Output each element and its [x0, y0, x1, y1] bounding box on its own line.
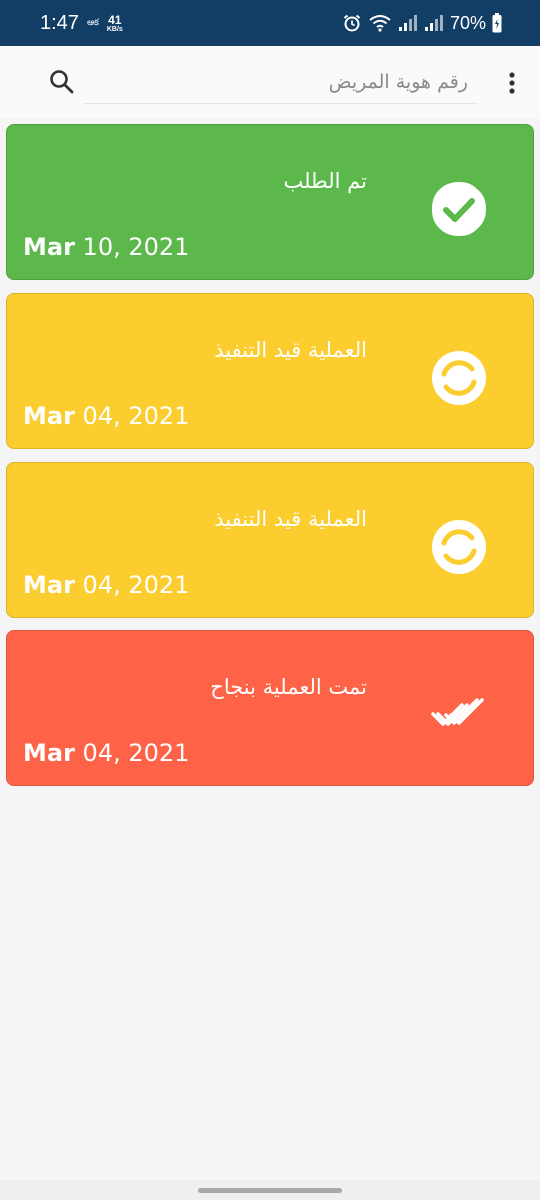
status-card-completed[interactable]: تمت العملية بنجاح Mar 04, 2021 — [6, 630, 534, 786]
progress-ring-icon — [432, 351, 486, 405]
card-date-rest: 04, 2021 — [74, 571, 190, 599]
battery-icon — [492, 13, 502, 33]
status-bar: 1:47 ఆక 41 KB/s 70% — [0, 0, 540, 46]
alarm-icon — [343, 14, 361, 32]
app-bar — [0, 46, 540, 118]
status-card-order-placed[interactable]: تم الطلب Mar 10, 2021 — [6, 124, 534, 280]
card-date-rest: 04, 2021 — [74, 739, 190, 767]
network-speed: 41 KB/s — [107, 14, 123, 33]
patient-id-search-input[interactable] — [84, 60, 478, 104]
card-date-rest: 04, 2021 — [74, 402, 190, 430]
card-title: العملية قيد التنفيذ — [214, 338, 367, 362]
status-left: 1:47 ఆక 41 KB/s — [40, 12, 123, 35]
battery-percent: 70% — [449, 12, 486, 33]
carrier-label: ఆక — [86, 16, 99, 27]
card-title: تمت العملية بنجاح — [210, 675, 367, 699]
network-speed-value: 41 — [108, 12, 122, 27]
search-icon[interactable] — [48, 68, 76, 96]
card-date-month: Mar — [23, 571, 75, 599]
status-right: 70% — [342, 13, 502, 34]
card-date: Mar 04, 2021 — [23, 571, 189, 599]
status-card-in-progress[interactable]: العملية قيد التنفيذ Mar 04, 2021 — [6, 462, 534, 618]
gesture-nav-bar — [0, 1180, 540, 1200]
card-date-month: Mar — [23, 233, 75, 261]
card-date: Mar 04, 2021 — [23, 402, 189, 430]
wifi-icon — [369, 15, 391, 32]
check-circle-icon — [432, 182, 486, 236]
signal-icon-2 — [424, 15, 443, 31]
status-card-in-progress[interactable]: العملية قيد التنفيذ Mar 04, 2021 — [6, 293, 534, 449]
card-date: Mar 10, 2021 — [23, 233, 189, 261]
progress-ring-icon — [432, 520, 486, 574]
signal-icon — [398, 15, 417, 31]
card-date-month: Mar — [23, 739, 75, 767]
network-speed-unit: KB/s — [106, 25, 123, 33]
double-check-icon — [431, 698, 484, 726]
card-date: Mar 04, 2021 — [23, 739, 189, 767]
card-date-rest: 10, 2021 — [74, 233, 190, 261]
card-title: تم الطلب — [283, 169, 367, 193]
status-time: 1:47 — [40, 11, 79, 34]
more-vert-icon[interactable] — [500, 70, 524, 96]
card-date-month: Mar — [23, 402, 75, 430]
home-handle[interactable] — [198, 1188, 342, 1193]
card-title: العملية قيد التنفيذ — [214, 507, 367, 531]
